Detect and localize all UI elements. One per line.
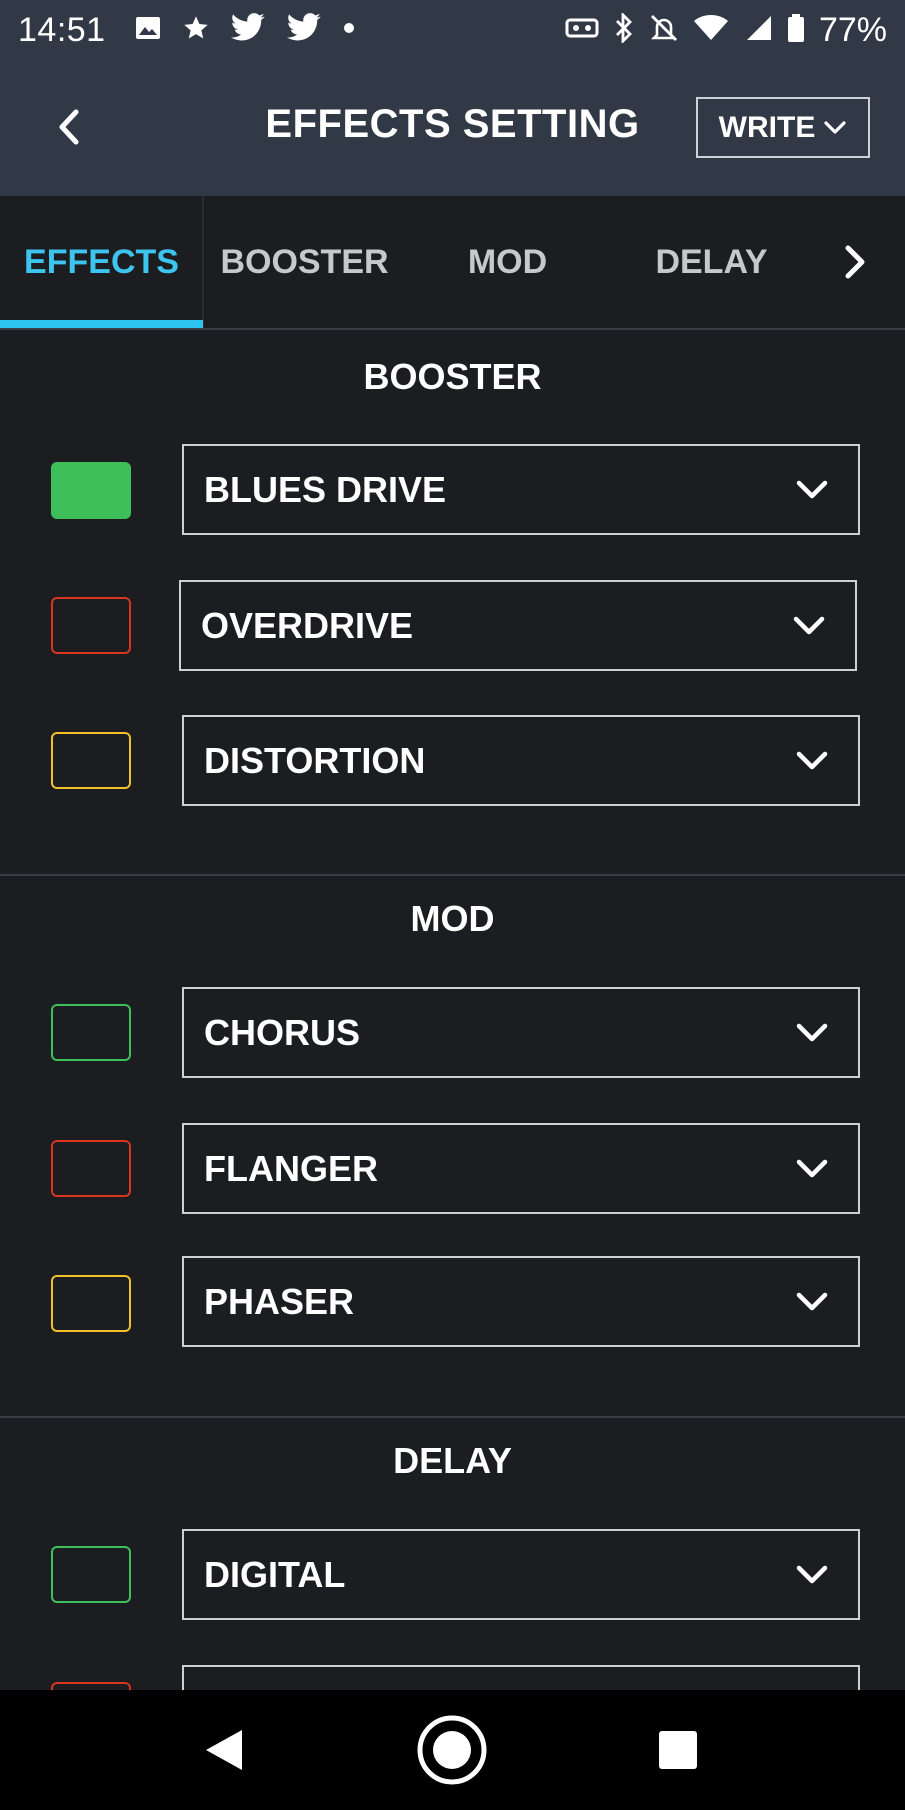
section-title-mod: MOD: [410, 898, 495, 939]
select-value: CHORUS: [204, 1011, 361, 1053]
write-button[interactable]: WRITE: [696, 97, 870, 158]
tab-booster[interactable]: BOOSTER: [203, 196, 406, 328]
tab-delay[interactable]: DELAY: [609, 196, 814, 328]
booster-slot-3-select[interactable]: DISTORTION: [182, 715, 860, 806]
wifi-icon: [693, 14, 729, 47]
notification-icons: [134, 12, 356, 48]
dot-icon: [342, 21, 356, 40]
chevron-down-icon: [796, 1292, 828, 1311]
select-value: FLANGER: [204, 1147, 378, 1189]
mod-slot-1-indicator[interactable]: [51, 1004, 131, 1061]
mod-slot-1-select[interactable]: CHORUS: [182, 987, 860, 1078]
nav-recents-button[interactable]: [618, 1690, 738, 1810]
star-icon: [182, 14, 210, 47]
nav-home-button[interactable]: [392, 1690, 512, 1810]
battery-icon: [787, 13, 805, 48]
back-button[interactable]: [44, 102, 94, 152]
vr-headset-icon: [565, 14, 599, 47]
delay-slot-1-select[interactable]: DIGITAL: [182, 1529, 860, 1620]
cellular-signal-icon: [743, 14, 773, 47]
booster-slot-2-indicator[interactable]: [51, 597, 131, 654]
status-bar: 14:51 77%: [0, 0, 905, 60]
chevron-down-icon: [796, 1023, 828, 1042]
app-header: EFFECTS SETTING WRITE: [0, 60, 905, 196]
mod-slot-2-indicator[interactable]: [51, 1140, 131, 1197]
mod-slot-3-select[interactable]: PHASER: [182, 1256, 860, 1347]
chevron-down-icon: [796, 1565, 828, 1584]
mod-slot-3-indicator[interactable]: [51, 1275, 131, 1332]
chevron-down-icon: [824, 120, 846, 134]
section-title-delay: DELAY: [393, 1440, 512, 1481]
write-label: WRITE: [718, 110, 816, 144]
booster-slot-2-select[interactable]: OVERDRIVE: [179, 580, 857, 671]
chevron-down-icon: [796, 480, 828, 499]
active-tab-indicator: [0, 320, 203, 328]
tab-mod[interactable]: MOD: [406, 196, 609, 328]
chevron-down-icon: [793, 616, 825, 635]
chevron-down-icon: [796, 1159, 828, 1178]
system-icons: 77%: [565, 11, 887, 50]
chevron-down-icon: [796, 751, 828, 770]
section-divider: [0, 874, 905, 876]
booster-slot-1-select[interactable]: BLUES DRIVE: [182, 444, 860, 535]
battery-percent: 77%: [818, 10, 887, 49]
select-value: DIGITAL: [204, 1553, 346, 1595]
section-title-booster: BOOSTER: [363, 356, 542, 397]
booster-slot-1-indicator[interactable]: [51, 462, 131, 519]
section-divider: [0, 1416, 905, 1418]
select-value: PHASER: [204, 1280, 355, 1322]
chevron-left-icon: [59, 109, 79, 145]
triangle-back-icon: [206, 1730, 242, 1770]
system-nav-bar: [0, 1690, 905, 1810]
select-value: DISTORTION: [204, 739, 426, 781]
nav-back-button[interactable]: [164, 1690, 284, 1810]
tab-scroll-right-button[interactable]: [805, 196, 905, 328]
status-time: 14:51: [18, 10, 106, 49]
select-value: OVERDRIVE: [201, 604, 414, 646]
tab-bar: EFFECTS BOOSTER MOD DELAY: [0, 196, 905, 330]
select-value: BLUES DRIVE: [204, 468, 447, 510]
twitter-icon: [286, 12, 322, 48]
chevron-right-icon: [845, 245, 865, 279]
image-icon: [134, 14, 162, 47]
delay-slot-1-indicator[interactable]: [51, 1546, 131, 1603]
mod-slot-2-select[interactable]: FLANGER: [182, 1123, 860, 1214]
bluetooth-icon: [613, 11, 635, 48]
booster-slot-3-indicator[interactable]: [51, 732, 131, 789]
bell-off-icon: [649, 13, 679, 48]
tab-effects[interactable]: EFFECTS: [0, 196, 203, 328]
circle-home-icon: [417, 1715, 487, 1785]
twitter-icon: [230, 12, 266, 48]
square-recents-icon: [659, 1731, 697, 1769]
